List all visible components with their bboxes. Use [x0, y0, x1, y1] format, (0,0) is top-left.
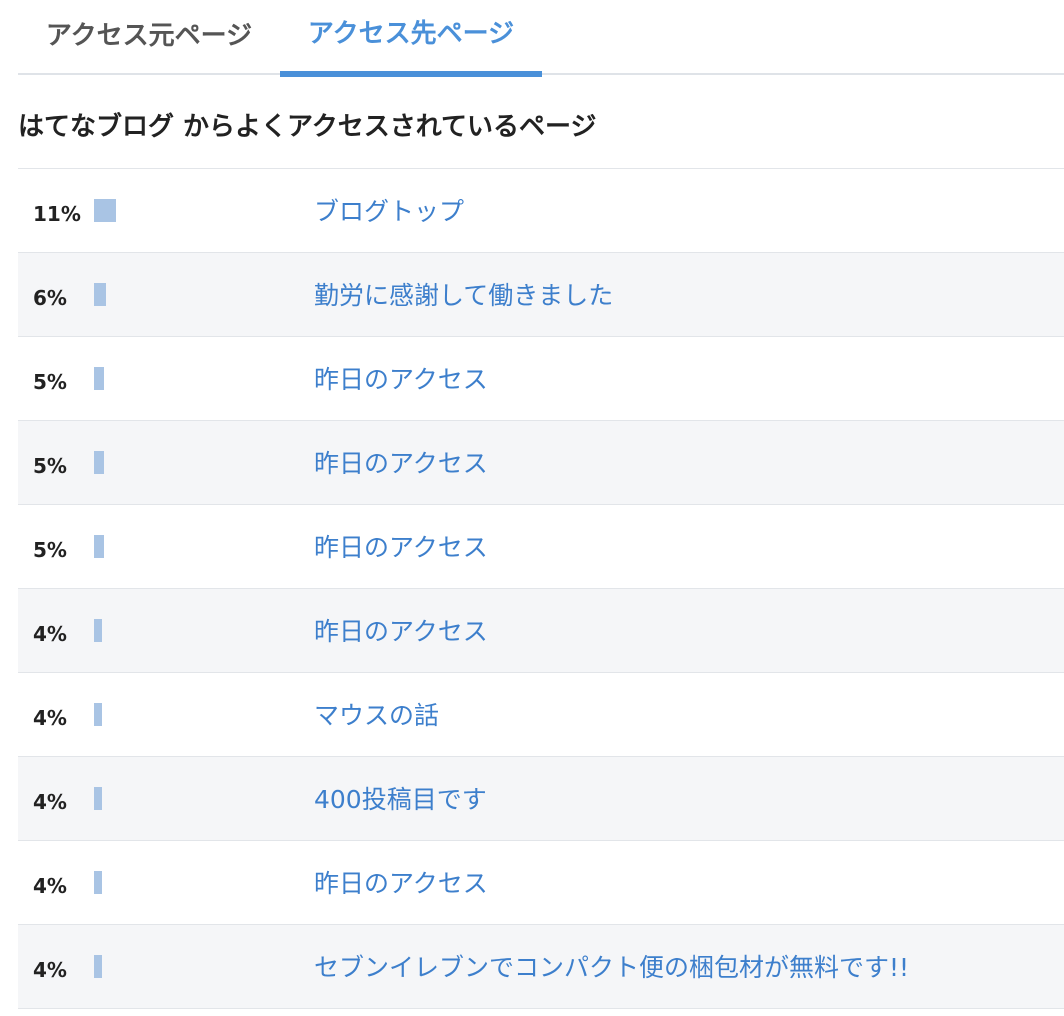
share-bar — [94, 787, 102, 810]
percent-label: 5% — [33, 454, 67, 478]
list-item: 4% 400投稿目です — [18, 757, 1064, 841]
page-list: 11% ブログトップ 6% 勤労に感謝して働きました 5% 昨日のアクセス 5%… — [18, 168, 1064, 1009]
share-bar — [94, 283, 106, 306]
percent-label: 5% — [33, 370, 67, 394]
share-bar — [94, 451, 104, 474]
list-item: 5% 昨日のアクセス — [18, 505, 1064, 589]
list-item: 5% 昨日のアクセス — [18, 421, 1064, 505]
page-link[interactable]: 勤労に感謝して働きました — [314, 253, 613, 337]
page-link[interactable]: 昨日のアクセス — [314, 421, 488, 505]
tab-referrer-pages[interactable]: アクセス元ページ — [18, 0, 280, 75]
share-bar — [94, 703, 102, 726]
page-link[interactable]: マウスの話 — [314, 673, 439, 757]
percent-label: 4% — [33, 874, 67, 898]
percent-label: 4% — [33, 790, 67, 814]
percent-label: 6% — [33, 286, 67, 310]
page-link[interactable]: 昨日のアクセス — [314, 337, 488, 421]
percent-label: 4% — [33, 706, 67, 730]
percent-label: 5% — [33, 538, 67, 562]
percent-label: 4% — [33, 622, 67, 646]
page: アクセス元ページ アクセス先ページ はてなブログ からよくアクセスされているペー… — [0, 0, 1064, 1016]
list-item: 5% 昨日のアクセス — [18, 337, 1064, 421]
list-item: 4% セブンイレブンでコンパクト便の梱包材が無料です!! — [18, 925, 1064, 1009]
tab-bar: アクセス元ページ アクセス先ページ — [18, 0, 1064, 77]
page-link[interactable]: ブログトップ — [314, 169, 464, 253]
tab-destination-pages[interactable]: アクセス先ページ — [280, 0, 542, 77]
share-bar — [94, 367, 104, 390]
page-link[interactable]: セブンイレブンでコンパクト便の梱包材が無料です!! — [314, 925, 909, 1009]
share-bar — [94, 619, 102, 642]
percent-label: 4% — [33, 958, 67, 982]
page-link[interactable]: 昨日のアクセス — [314, 841, 488, 925]
page-link[interactable]: 昨日のアクセス — [314, 589, 488, 673]
section-heading: はてなブログ からよくアクセスされているページ — [18, 112, 597, 142]
page-link[interactable]: 400投稿目です — [314, 757, 487, 841]
percent-label: 11% — [33, 202, 81, 226]
page-link[interactable]: 昨日のアクセス — [314, 505, 488, 589]
share-bar — [94, 199, 116, 222]
share-bar — [94, 955, 102, 978]
list-item: 6% 勤労に感謝して働きました — [18, 253, 1064, 337]
list-item: 11% ブログトップ — [18, 169, 1064, 253]
list-item: 4% 昨日のアクセス — [18, 841, 1064, 925]
share-bar — [94, 535, 104, 558]
share-bar — [94, 871, 102, 894]
list-item: 4% マウスの話 — [18, 673, 1064, 757]
list-item: 4% 昨日のアクセス — [18, 589, 1064, 673]
